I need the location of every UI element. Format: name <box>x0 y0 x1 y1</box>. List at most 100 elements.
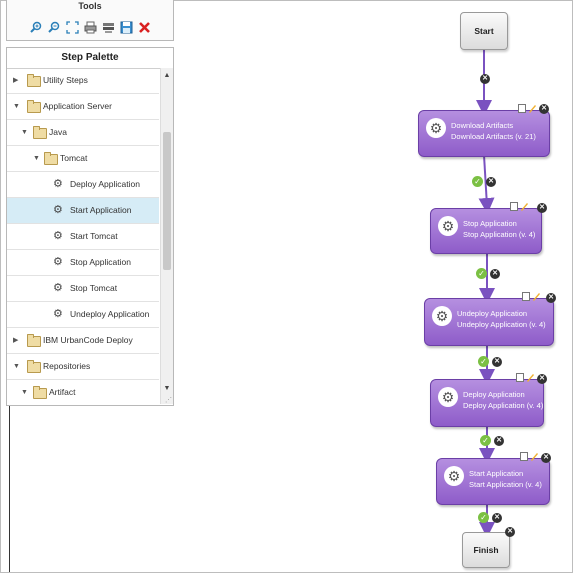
scroll-thumb[interactable] <box>163 132 171 270</box>
tree-item-artifact[interactable]: ▼ Artifact <box>7 380 159 404</box>
success-icon[interactable]: ✓ <box>472 176 483 187</box>
remove-connection-icon[interactable]: ✕ <box>490 269 500 279</box>
delete-step-icon[interactable]: ✕ <box>541 453 551 463</box>
folder-icon <box>27 74 41 87</box>
step-subtitle: Start Application (v. 4) <box>469 480 542 489</box>
palette-title: Step Palette <box>7 48 173 69</box>
delete-step-icon[interactable]: ✕ <box>537 203 547 213</box>
gear-icon: ⚙ <box>53 282 63 294</box>
scroll-up-icon[interactable]: ▲ <box>161 71 173 81</box>
edit-icon[interactable] <box>526 373 534 382</box>
tree-item-label: Tomcat <box>60 153 88 163</box>
remove-connection-icon[interactable]: ✕ <box>480 74 490 84</box>
step-node-start-application[interactable]: ⚙ Start Application Start Application (v… <box>436 458 550 505</box>
caret-right-icon[interactable]: ▶ <box>13 68 18 93</box>
folder-icon <box>44 152 58 165</box>
tree-item-deploy-application[interactable]: ⚙ Deploy Application <box>7 172 159 198</box>
gear-icon: ⚙ <box>53 308 63 320</box>
tree-item-label: Start Tomcat <box>70 231 118 241</box>
left-panel: Tools Step Palette ▶ Utility Steps ▼ App… <box>6 0 174 406</box>
finish-node[interactable]: Finish <box>462 532 510 568</box>
save-icon[interactable] <box>119 20 133 34</box>
step-subtitle: Stop Application (v. 4) <box>463 230 536 239</box>
step-title: Start Application <box>469 469 524 478</box>
edit-icon[interactable] <box>530 452 538 461</box>
gear-icon: ⚙ <box>444 466 464 486</box>
tree-item-repositories[interactable]: ▼ Repositories <box>7 354 159 380</box>
success-icon[interactable]: ✓ <box>480 435 491 446</box>
tree-item-label: IBM UrbanCode Deploy <box>43 335 133 345</box>
fit-screen-icon[interactable] <box>65 20 79 34</box>
gear-icon: ⚙ <box>53 256 63 268</box>
step-subtitle: Undeploy Application (v. 4) <box>457 320 546 329</box>
step-title: Stop Application <box>463 219 517 228</box>
tree-item-utility-steps[interactable]: ▶ Utility Steps <box>7 68 159 94</box>
document-icon[interactable] <box>518 104 526 113</box>
folder-icon <box>33 126 47 139</box>
delete-icon[interactable] <box>137 20 151 34</box>
gear-icon: ⚙ <box>53 178 63 190</box>
step-node-stop-application[interactable]: ⚙ Stop Application Stop Application (v. … <box>430 208 542 254</box>
caret-down-icon[interactable]: ▼ <box>21 380 28 404</box>
folder-icon <box>27 100 41 113</box>
step-subtitle: Download Artifacts (v. 21) <box>451 132 536 141</box>
tree-item-start-tomcat[interactable]: ⚙ Start Tomcat <box>7 224 159 250</box>
document-icon[interactable] <box>522 292 530 301</box>
tree-item-undeploy-application[interactable]: ⚙ Undeploy Application <box>7 302 159 328</box>
tree-item-java[interactable]: ▼ Java <box>7 120 159 146</box>
success-icon[interactable]: ✓ <box>478 512 489 523</box>
print-setup-icon[interactable] <box>101 20 115 34</box>
tree-item-ibm-urbancode-deploy[interactable]: ▶ IBM UrbanCode Deploy <box>7 328 159 354</box>
edit-icon[interactable] <box>528 104 536 113</box>
caret-right-icon[interactable]: ▶ <box>13 328 18 353</box>
zoom-out-icon[interactable] <box>47 20 61 34</box>
gear-icon: ⚙ <box>53 204 63 216</box>
remove-connection-icon[interactable]: ✕ <box>492 357 502 367</box>
gear-icon: ⚙ <box>438 216 458 236</box>
delete-finish-icon[interactable]: ✕ <box>505 527 515 537</box>
step-node-undeploy-application[interactable]: ⚙ Undeploy Application Undeploy Applicat… <box>424 298 554 346</box>
step-node-download-artifacts[interactable]: ⚙ Download Artifacts Download Artifacts … <box>418 110 550 157</box>
tree-item-label: Stop Tomcat <box>70 283 118 293</box>
caret-down-icon[interactable]: ▼ <box>13 354 20 379</box>
caret-down-icon[interactable]: ▼ <box>33 146 40 171</box>
tools-title: Tools <box>78 1 102 10</box>
delete-step-icon[interactable]: ✕ <box>537 374 547 384</box>
step-palette: Step Palette ▶ Utility Steps ▼ Applicati… <box>6 47 174 406</box>
tree-item-stop-application[interactable]: ⚙ Stop Application <box>7 250 159 276</box>
document-icon[interactable] <box>516 373 524 382</box>
tree-item-application-server[interactable]: ▼ Application Server <box>7 94 159 120</box>
folder-icon <box>33 386 47 399</box>
edit-icon[interactable] <box>520 202 528 211</box>
caret-down-icon[interactable]: ▼ <box>13 94 20 119</box>
process-canvas: Start ✕ ⚙ Download Artifacts Download Ar… <box>180 0 572 571</box>
step-subtitle: Deploy Application (v. 4) <box>463 401 544 410</box>
gear-icon: ⚙ <box>53 230 63 242</box>
caret-down-icon[interactable]: ▼ <box>21 120 28 145</box>
delete-step-icon[interactable]: ✕ <box>546 293 556 303</box>
document-icon[interactable] <box>510 202 518 211</box>
tree-item-start-application[interactable]: ⚙ Start Application <box>7 198 159 224</box>
tree-item-label: Stop Application <box>70 257 131 267</box>
step-node-deploy-application[interactable]: ⚙ Deploy Application Deploy Application … <box>430 379 544 427</box>
gear-icon: ⚙ <box>426 118 446 138</box>
start-node[interactable]: Start <box>460 12 508 50</box>
edit-icon[interactable] <box>532 292 540 301</box>
gear-icon: ⚙ <box>432 306 452 326</box>
scroll-down-icon[interactable]: ▼ <box>161 384 173 394</box>
palette-scrollbar[interactable]: ▲ ▼ <box>160 68 173 404</box>
tree-item-tomcat[interactable]: ▼ Tomcat <box>7 146 159 172</box>
remove-connection-icon[interactable]: ✕ <box>494 436 504 446</box>
zoom-in-icon[interactable] <box>29 20 43 34</box>
remove-connection-icon[interactable]: ✕ <box>492 513 502 523</box>
delete-step-icon[interactable]: ✕ <box>539 104 549 114</box>
tree-item-label: Start Application <box>70 205 132 215</box>
success-icon[interactable]: ✓ <box>476 268 487 279</box>
success-icon[interactable]: ✓ <box>478 356 489 367</box>
tree-item-stop-tomcat[interactable]: ⚙ Stop Tomcat <box>7 276 159 302</box>
remove-connection-icon[interactable]: ✕ <box>486 177 496 187</box>
print-icon[interactable] <box>83 20 97 34</box>
tree-item-label: Utility Steps <box>43 75 88 85</box>
document-icon[interactable] <box>520 452 528 461</box>
resize-grip-icon[interactable]: ⋰ <box>165 396 172 404</box>
